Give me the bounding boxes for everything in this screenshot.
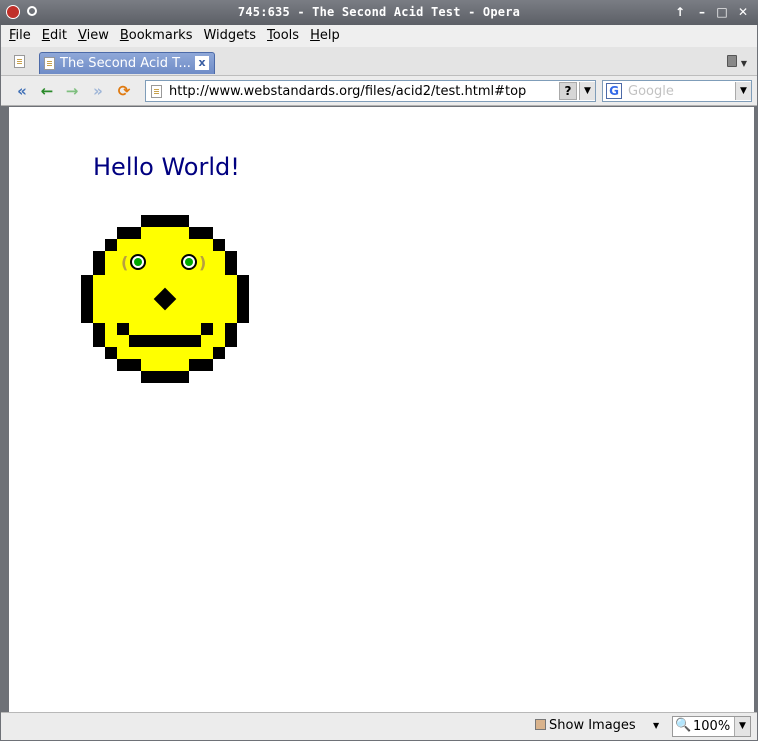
mouth: [81, 215, 249, 383]
show-images-button[interactable]: Show Images: [535, 718, 636, 733]
address-field[interactable]: http://www.webstandards.org/files/acid2/…: [145, 80, 596, 102]
menu-tools[interactable]: Tools: [259, 25, 302, 43]
zoom-value: 100%: [693, 719, 731, 734]
menu-bookmarks-label: ookmarks: [128, 28, 193, 43]
menu-edit-accel: E: [41, 28, 50, 43]
menu-edit[interactable]: Edit: [34, 25, 70, 43]
menu-file[interactable]: File: [1, 25, 34, 43]
opera-window: 745:635 - The Second Acid Test - Opera ↑…: [0, 0, 758, 741]
rewind-icon[interactable]: «: [13, 82, 31, 100]
reload-icon[interactable]: ⟳: [115, 82, 133, 100]
zoom-select[interactable]: 🔍 100% ▼: [672, 716, 751, 737]
tab-title: The Second Acid T...: [60, 56, 191, 71]
image-icon: [535, 719, 546, 730]
menu-bookmarks-accel: B: [119, 28, 129, 43]
forward-icon[interactable]: →: [63, 82, 81, 100]
up-icon[interactable]: ↑: [672, 4, 688, 20]
menu-widgets[interactable]: Widgets: [195, 25, 259, 43]
menu-view-accel: V: [77, 28, 87, 43]
menu-bookmarks[interactable]: Bookmarks: [112, 25, 196, 43]
show-images-dropdown-icon[interactable]: ▼: [653, 721, 659, 730]
new-page-icon[interactable]: [14, 55, 25, 68]
menu-file-label: ile: [15, 28, 31, 43]
search-field[interactable]: G Google ▼: [602, 80, 752, 102]
site-info-button[interactable]: ?: [559, 82, 577, 100]
menu-widgets-label: Widgets: [203, 28, 257, 43]
close-icon[interactable]: ✕: [735, 4, 751, 20]
menu-help-label: elp: [319, 28, 340, 43]
menu-help-accel: H: [310, 28, 320, 43]
menu-edit-label: dit: [50, 28, 67, 43]
page-heading: Hello World!: [93, 153, 240, 181]
maximize-icon[interactable]: □: [714, 4, 730, 20]
page-icon: [151, 85, 162, 98]
menu-bar: File Edit View Bookmarks Widgets Tools Help: [1, 25, 757, 47]
address-url: http://www.webstandards.org/files/acid2/…: [169, 84, 527, 99]
page-content: Hello World! (): [9, 107, 754, 712]
navigation-bar: « ← → » ⟳ http://www.webstandards.org/fi…: [1, 76, 757, 106]
tab-close-button[interactable]: x: [195, 56, 209, 70]
page-icon: [44, 57, 55, 70]
search-dropdown-icon[interactable]: ▼: [735, 82, 751, 100]
tab-acid-test[interactable]: The Second Acid T... x: [39, 52, 215, 74]
search-placeholder: Google: [628, 84, 674, 99]
zoom-dropdown-icon[interactable]: ▼: [734, 717, 750, 736]
address-dropdown-icon[interactable]: ▼: [579, 82, 595, 100]
acid2-smiley: ( ): [81, 215, 249, 383]
trash-icon[interactable]: [727, 55, 737, 67]
status-bar: Show Images ▼ 🔍 100% ▼: [1, 712, 757, 740]
back-icon[interactable]: ←: [38, 82, 56, 100]
menu-help[interactable]: Help: [302, 25, 343, 43]
minimize-icon[interactable]: –: [694, 4, 710, 20]
fast-forward-icon[interactable]: »: [89, 82, 107, 100]
tab-bar: The Second Acid T... x ▼: [1, 47, 757, 76]
zoom-icon: 🔍: [675, 718, 692, 733]
menu-view-label: iew: [86, 28, 109, 43]
menu-tools-label: ools: [272, 28, 300, 43]
show-images-label: Show Images: [549, 718, 636, 733]
google-icon[interactable]: G: [606, 83, 622, 99]
title-bar: 745:635 - The Second Acid Test - Opera ↑…: [0, 0, 758, 25]
menu-view[interactable]: View: [70, 25, 112, 43]
window-title: 745:635 - The Second Acid Test - Opera: [237, 5, 521, 19]
trash-dropdown-icon[interactable]: ▼: [741, 59, 747, 68]
